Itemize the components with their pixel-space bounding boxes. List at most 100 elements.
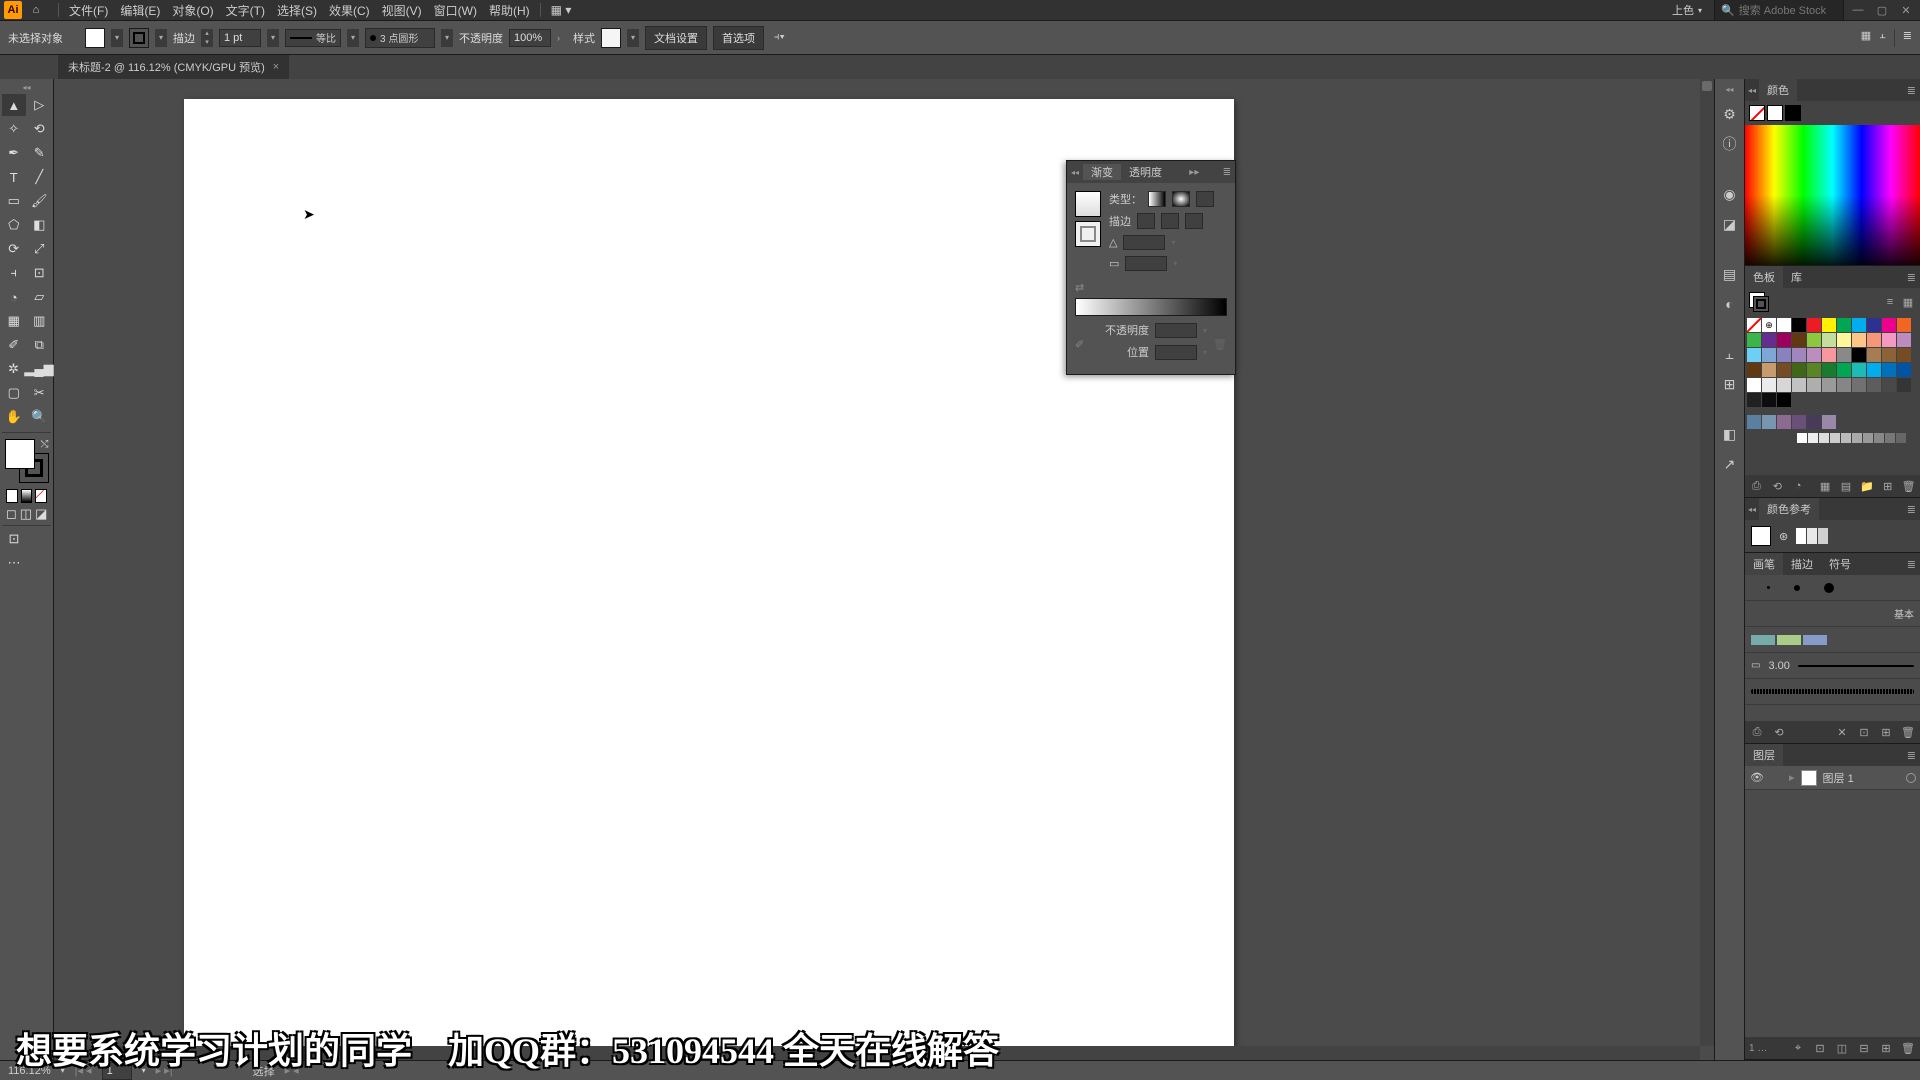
swatch-gray[interactable]	[1863, 433, 1873, 443]
swatch-cell[interactable]	[1837, 378, 1851, 392]
swatch-cell[interactable]	[1807, 333, 1821, 347]
swatch-cell[interactable]	[1837, 333, 1851, 347]
fill-stroke-indicator[interactable]: ⤭	[5, 439, 49, 483]
stroke-panel-tab[interactable]: 描边	[1783, 553, 1821, 575]
swatch-cell[interactable]	[1777, 348, 1791, 362]
swatch-cell[interactable]	[1762, 415, 1776, 429]
swatch-cell[interactable]	[1897, 378, 1911, 392]
color-guide-tab[interactable]: 颜色参考	[1759, 498, 1819, 520]
swatch-cell[interactable]	[1762, 363, 1776, 377]
maximize-button[interactable]: ▢	[1872, 2, 1892, 18]
stroke-weight-dropdown[interactable]: ▾	[267, 29, 279, 47]
new-sublayer-icon[interactable]: ⊟	[1856, 1040, 1872, 1056]
swatch-cell[interactable]	[1792, 378, 1806, 392]
symbols-tab[interactable]: 符号	[1821, 553, 1859, 575]
color-white-swatch[interactable]	[1767, 105, 1783, 121]
new-folder-icon[interactable]: 📁	[1859, 478, 1874, 494]
swatch-cell[interactable]	[1837, 318, 1851, 332]
stop-position-input[interactable]	[1155, 345, 1197, 360]
swatch-none[interactable]	[1747, 318, 1761, 332]
swatch-list-view-icon[interactable]: ≡	[1882, 294, 1898, 310]
gradient-tool[interactable]: ▥	[28, 310, 52, 332]
menu-item[interactable]: 效果(C)	[323, 2, 376, 19]
swatch-grid-view-icon[interactable]: ▦	[1900, 294, 1916, 310]
tab-close-icon[interactable]: ×	[273, 61, 279, 73]
swatch-cell[interactable]	[1822, 378, 1836, 392]
swatch-cell[interactable]	[1822, 415, 1836, 429]
swatch-cell[interactable]	[1897, 348, 1911, 362]
swatch-cell[interactable]	[1852, 363, 1866, 377]
preferences-button[interactable]: 首选项	[713, 26, 764, 50]
swatch-cell[interactable]	[1747, 393, 1761, 407]
brush-item[interactable]	[1745, 627, 1920, 653]
delete-layer-icon[interactable]: 🗑	[1900, 1040, 1916, 1056]
swatch-cell[interactable]	[1897, 318, 1911, 332]
color-mode-none[interactable]: —	[35, 489, 47, 503]
gradient-tab[interactable]: 渐变	[1083, 164, 1121, 180]
gradient-stop-eyedropper-icon[interactable]: ✐	[1075, 338, 1084, 351]
document-tab[interactable]: 未标题-2 @ 116.12% (CMYK/GPU 预览) ×	[58, 54, 289, 79]
free-transform-tool[interactable]: ⊡	[28, 262, 52, 284]
menu-item[interactable]: 编辑(E)	[114, 2, 166, 19]
gradient-fill-swatch[interactable]	[1075, 191, 1101, 217]
swatch-gray[interactable]	[1830, 433, 1840, 443]
shape-builder-tool[interactable]: ◔	[2, 286, 26, 308]
brushes-tab[interactable]: 画笔	[1745, 553, 1783, 575]
swatch-cell[interactable]	[1882, 378, 1896, 392]
magic-wand-tool[interactable]: ✧	[2, 118, 26, 140]
menu-item[interactable]: 选择(S)	[271, 2, 323, 19]
zoom-tool[interactable]: 🔍	[28, 406, 52, 428]
color-panel-tab[interactable]: 颜色	[1759, 79, 1797, 101]
hand-tool[interactable]: ✋	[2, 406, 26, 428]
document-setup-button[interactable]: 文档设置	[645, 26, 707, 50]
rotate-tool[interactable]: ⟳	[2, 238, 26, 260]
swatch-cell[interactable]	[1897, 363, 1911, 377]
swatch-cell[interactable]	[1792, 318, 1806, 332]
align-icon[interactable]: ⫠	[1720, 344, 1740, 364]
guide-swatch[interactable]	[1807, 528, 1817, 544]
swatch-cell[interactable]	[1867, 363, 1881, 377]
swatch-cell[interactable]	[1747, 378, 1761, 392]
delete-brush-icon[interactable]: 🗑	[1900, 724, 1916, 740]
swatch-cell[interactable]	[1792, 348, 1806, 362]
swatch-cell[interactable]	[1762, 378, 1776, 392]
swatch-gray[interactable]	[1874, 433, 1884, 443]
layer-target-icon[interactable]	[1906, 773, 1916, 783]
column-graph-tool[interactable]: ▂▄▆	[27, 358, 51, 380]
stroke-weight-input[interactable]	[219, 29, 261, 47]
arrange-docs-button[interactable]: ▦ ▾	[545, 3, 578, 17]
swatch-cell[interactable]	[1822, 333, 1836, 347]
fill-dropdown[interactable]: ▾	[111, 29, 123, 47]
swatch-cell[interactable]	[1777, 318, 1791, 332]
swatch-cell[interactable]	[1792, 363, 1806, 377]
minimize-button[interactable]: —	[1848, 2, 1868, 18]
properties-icon[interactable]: ⚙	[1720, 104, 1740, 124]
color-mode-gradient[interactable]	[21, 489, 33, 503]
slice-tool[interactable]: ✂	[28, 382, 52, 404]
swatch-cell[interactable]	[1882, 318, 1896, 332]
eyedropper-tool[interactable]: ✐	[2, 334, 26, 356]
panel-menu-icon[interactable]: ≣	[1903, 84, 1920, 97]
swatch-gray[interactable]	[1819, 433, 1829, 443]
transparency-icon[interactable]: ▤	[1720, 264, 1740, 284]
brush-definition[interactable]: 3 点圆形	[365, 28, 435, 48]
color-black-swatch[interactable]	[1785, 105, 1801, 121]
swatch-gray[interactable]	[1797, 433, 1807, 443]
swatch-gray[interactable]	[1808, 433, 1818, 443]
menu-item[interactable]: 对象(O)	[166, 2, 219, 19]
stroke-weight-stepper[interactable]: ▴▾	[201, 29, 213, 47]
selection-tool[interactable]: ▲	[2, 94, 26, 116]
new-brush-icon[interactable]: ⊞	[1878, 724, 1894, 740]
swatch-cell[interactable]	[1867, 348, 1881, 362]
pathfinder-icon[interactable]: ◧	[1720, 424, 1740, 444]
new-swatch-icon[interactable]: ⊞	[1880, 478, 1895, 494]
harmony-rules-icon[interactable]: ⊛	[1779, 530, 1788, 543]
transform-icon[interactable]: ⊞	[1720, 374, 1740, 394]
artboard-tool[interactable]: ▢	[2, 382, 26, 404]
swatch-cell[interactable]	[1807, 363, 1821, 377]
blend-tool[interactable]: ⧉	[28, 334, 52, 356]
swatch-cell[interactable]	[1852, 348, 1866, 362]
graphic-styles-icon[interactable]: ◪	[1720, 214, 1740, 234]
menu-item[interactable]: 帮助(H)	[483, 2, 536, 19]
brush-item[interactable]	[1745, 679, 1920, 705]
